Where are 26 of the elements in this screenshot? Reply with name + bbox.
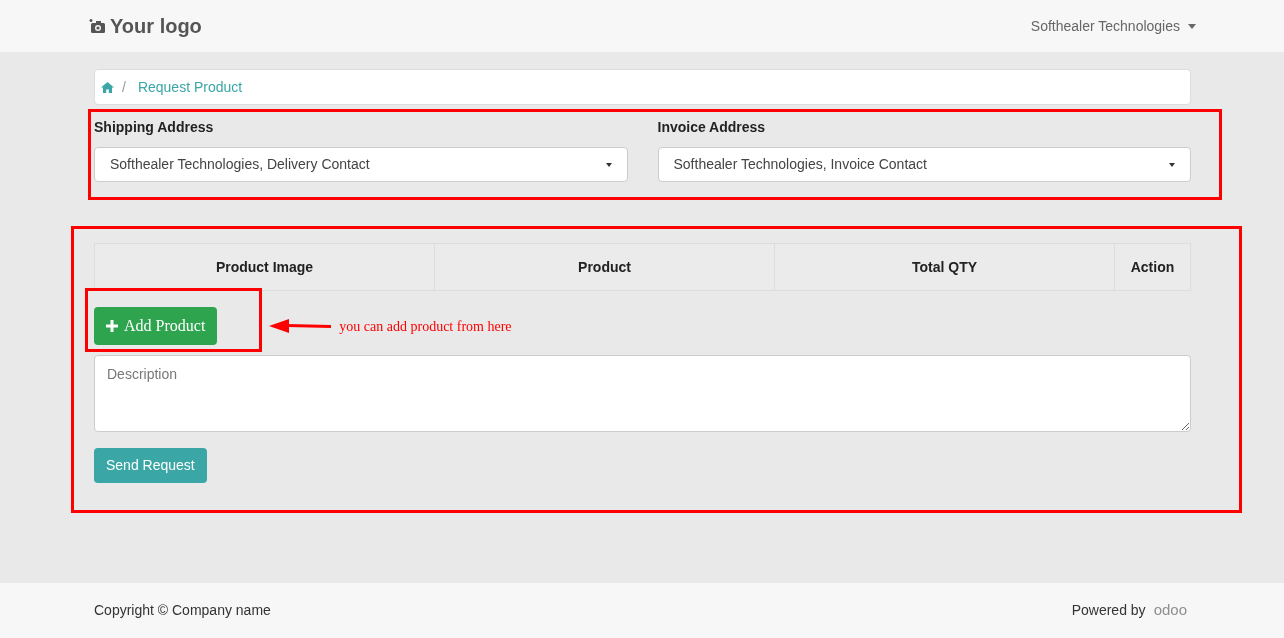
column-header: Product — [578, 257, 631, 277]
annotation-text: you can add product from here — [339, 317, 512, 336]
column-header: Product Image — [215, 257, 314, 277]
address-select[interactable]: Softhealer Technologies, Delivery Contact — [94, 147, 628, 182]
logo-text[interactable]: Your logo — [110, 11, 202, 41]
user-menu[interactable]: Softhealer Technologies — [1030, 15, 1196, 37]
powered-by-text: Powered by — [1071, 601, 1146, 620]
field-label: Invoice Address — [657, 118, 767, 137]
breadcrumb-link[interactable]: Request Product — [137, 76, 243, 98]
column-header: Action — [1130, 257, 1175, 277]
brand-logo-text[interactable]: odoo — [1153, 599, 1187, 622]
send-request-button[interactable]: Send Request — [94, 448, 207, 483]
breadcrumb-separator: / — [122, 77, 126, 97]
arrow-icon — [269, 319, 332, 333]
caret-icon — [605, 162, 612, 167]
description-field[interactable]: Description — [94, 355, 1191, 432]
field-label: Shipping Address — [94, 118, 215, 137]
caret-icon — [1188, 23, 1196, 29]
copyright-text: Copyright © Company name — [94, 601, 271, 620]
plus-icon — [106, 320, 118, 332]
caret-icon — [1169, 162, 1175, 167]
camera-icon — [88, 18, 106, 34]
address-select[interactable]: Softhealer Technologies, Invoice Contact — [657, 147, 1191, 182]
home-icon[interactable] — [101, 81, 114, 93]
column-header: Total QTY — [911, 257, 978, 277]
add-product-button[interactable]: Add Product — [94, 307, 218, 345]
